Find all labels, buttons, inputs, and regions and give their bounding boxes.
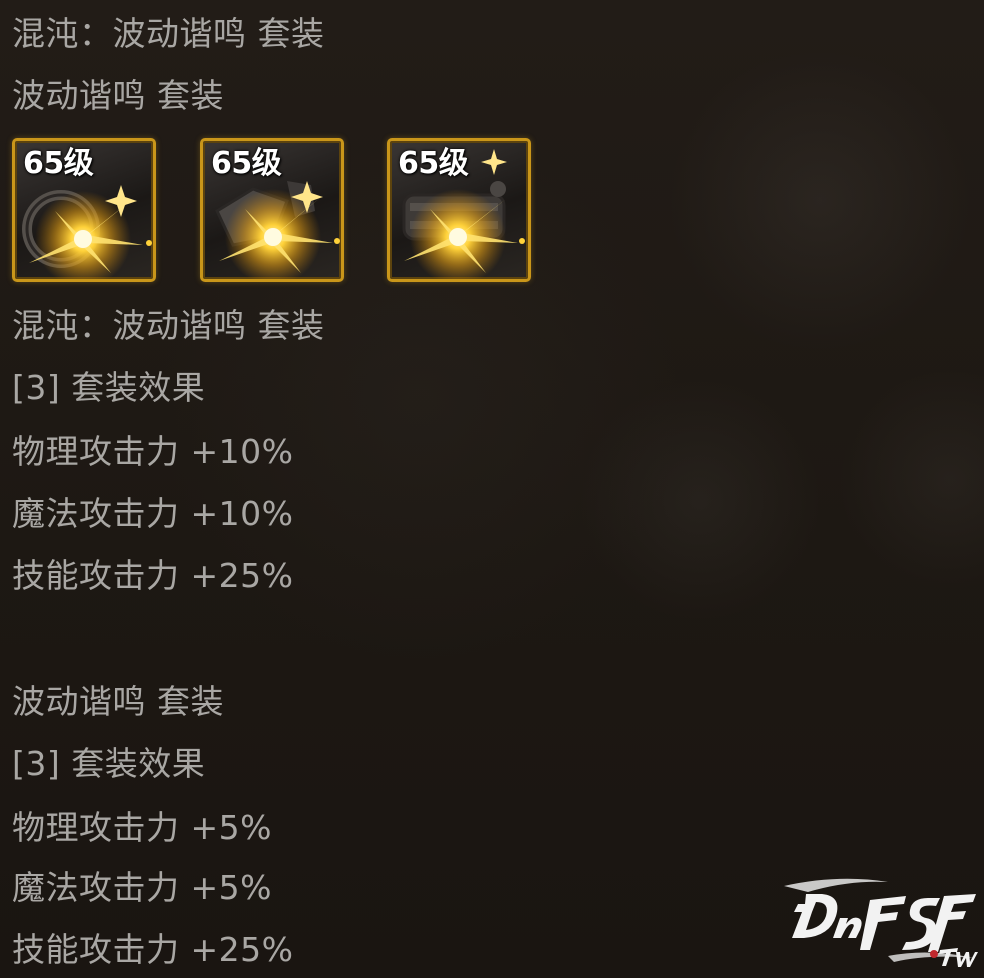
chaos-physical-attack: 物理攻击力 +10% [12,432,294,471]
chaos-skill-attack: 技能攻击力 +25% [12,556,294,595]
item-level-label: 65级 [211,146,282,181]
set-title-chaos-header: 混沌：波动谐鸣 套装 [12,14,325,53]
item-slot-ring[interactable]: 65级 [12,138,156,282]
normal-physical-attack: 物理攻击力 +5% [12,808,272,847]
item-slot-bracelet[interactable]: 65级 [387,138,531,282]
normal-skill-attack: 技能攻击力 +25% [12,930,294,969]
chaos-magic-attack: 魔法攻击力 +10% [12,494,294,533]
normal-set-effect-title: [3] 套装效果 [12,744,206,783]
item-level-label: 65级 [398,146,469,181]
chaos-set-effect-title: [3] 套装效果 [12,368,206,407]
item-slot-necklace[interactable]: 65级 [200,138,344,282]
normal-magic-attack: 魔法攻击力 +5% [12,868,272,907]
normal-set-title: 波动谐鸣 套装 [12,682,224,721]
chaos-set-title: 混沌：波动谐鸣 套装 [12,306,325,345]
dnfsf-logo-icon [784,878,978,967]
set-title-normal-header: 波动谐鸣 套装 [12,76,224,115]
item-level-label: 65级 [23,146,94,181]
